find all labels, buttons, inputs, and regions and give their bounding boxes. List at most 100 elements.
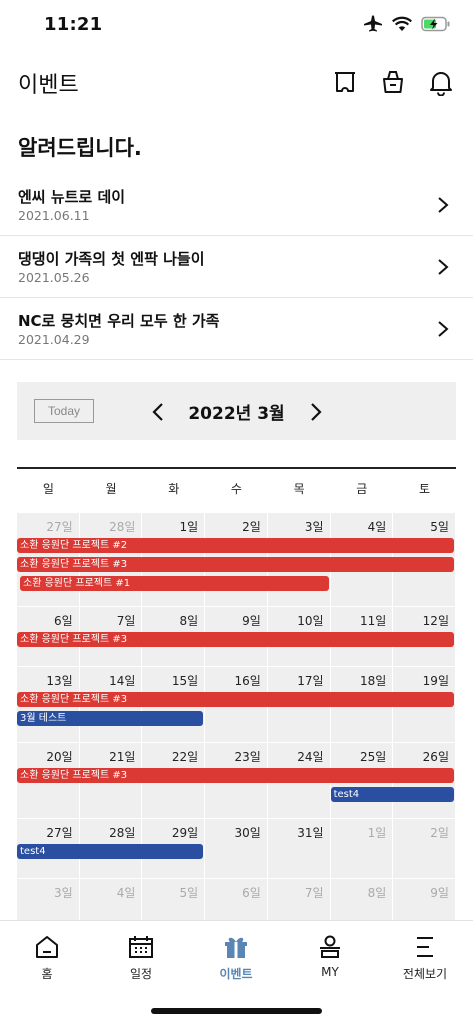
calendar-day-number: 3일 — [54, 886, 73, 900]
app-header: 이벤트 — [0, 52, 473, 112]
airplane-icon — [364, 15, 382, 32]
calendar-day-number: 12일 — [422, 614, 449, 628]
calendar-day-number: 9일 — [242, 614, 261, 628]
ticket-button[interactable] — [331, 68, 359, 96]
notice-item-date: 2021.04.29 — [18, 332, 90, 347]
notice-item-date: 2021.06.11 — [18, 208, 90, 223]
calendar-event[interactable]: 소환 응원단 프로젝트 #3 — [17, 557, 454, 572]
calendar-day-cell[interactable]: 7일 — [267, 879, 331, 921]
calendar-grid: 27일 28일 1일 2일 3일 4일 5일 소환 응원단 프로젝트 #2 소환 응원단 프로젝… — [17, 513, 456, 921]
calendar-day-cell[interactable]: 30일 — [205, 819, 268, 879]
calendar-day-cell[interactable]: 3일 — [17, 879, 80, 921]
calendar-day-number: 11일 — [359, 614, 387, 628]
calendar-day-number: 29일 — [171, 826, 199, 840]
shop-button[interactable] — [379, 68, 407, 96]
nav-home[interactable]: 홈 — [0, 933, 94, 982]
nav-label: 전체보기 — [402, 967, 448, 981]
notice-item-title: 댕댕이 가족의 첫 엔팍 나들이 — [18, 250, 205, 268]
calendar-event[interactable]: 소환 응원단 프로젝트 #3 — [17, 768, 454, 783]
ticket-icon — [335, 72, 355, 92]
nav-all-menu[interactable]: 전체보기 — [378, 933, 472, 982]
nav-event[interactable]: 이벤트 — [189, 933, 283, 982]
status-bar: 11:21 — [0, 0, 473, 52]
calendar-day-number: 21일 — [109, 750, 136, 764]
calendar-day-number: 30일 — [234, 826, 261, 840]
notification-button[interactable] — [427, 68, 455, 97]
chevron-right-icon — [438, 197, 449, 213]
status-icons — [363, 15, 451, 33]
calendar-day-cell[interactable]: 4일 — [79, 879, 143, 921]
calendar-day-cell[interactable]: 1일 — [330, 819, 394, 879]
wifi-icon — [392, 16, 412, 31]
nav-label: MY — [321, 965, 339, 979]
user-icon — [320, 935, 340, 958]
calendar-day-number: 3일 — [304, 520, 324, 534]
calendar-day-number: 2일 — [242, 520, 261, 534]
shopping-bag-icon — [383, 71, 403, 93]
weekday-label: 화 — [168, 482, 180, 496]
calendar-header: Today 2022년 3월 — [17, 382, 456, 440]
calendar-day-number: 16일 — [234, 674, 261, 688]
status-time: 11:21 — [44, 14, 103, 35]
chevron-right-icon[interactable] — [309, 402, 323, 422]
calendar-day-number: 6일 — [242, 886, 261, 900]
calendar-day-cell[interactable]: 9일 — [393, 879, 456, 921]
calendar-day-number: 4일 — [367, 520, 387, 534]
calendar-day-number: 6일 — [54, 614, 73, 628]
notice-list: 엔씨 뉴트로 데이 2021.06.11 댕댕이 가족의 첫 엔팍 나들이 20… — [0, 174, 473, 360]
calendar-day-number: 14일 — [109, 674, 136, 688]
nav-my[interactable]: MY — [283, 933, 377, 979]
weekday-label: 수 — [230, 482, 242, 496]
header-actions — [331, 68, 455, 97]
calendar-icon — [129, 936, 153, 958]
calendar-day-number: 27일 — [46, 826, 73, 840]
calendar-day-number: 22일 — [171, 750, 199, 764]
calendar-event[interactable]: test4 — [17, 844, 204, 859]
calendar-day-number: 1일 — [179, 520, 199, 534]
calendar-day-cell[interactable]: 5일 — [142, 879, 206, 921]
calendar-day-number: 18일 — [359, 674, 387, 688]
weekday-label: 일 — [42, 482, 54, 496]
calendar-day-number: 8일 — [367, 886, 387, 900]
calendar-day-cell[interactable]: 2일 — [393, 819, 456, 879]
calendar-day-number: 5일 — [430, 520, 449, 534]
calendar-day-cell[interactable]: 6일 — [205, 879, 268, 921]
calendar-day-number: 9일 — [430, 886, 449, 900]
calendar-day-number: 13일 — [46, 674, 73, 688]
weekday-label: 금 — [356, 482, 368, 496]
calendar-day-number: 24일 — [297, 750, 324, 764]
calendar-day-number: 28일 — [109, 826, 136, 840]
notice-item-date: 2021.05.26 — [18, 270, 90, 285]
calendar-event[interactable]: 소환 응원단 프로젝트 #3 — [17, 632, 454, 647]
calendar-event[interactable]: 3월 테스트 — [17, 711, 204, 726]
calendar-event[interactable]: test4 — [330, 787, 454, 802]
calendar-day-cell[interactable]: 31일 — [267, 819, 331, 879]
calendar-day-number: 19일 — [422, 674, 449, 688]
calendar-day-number: 23일 — [234, 750, 261, 764]
notice-item[interactable]: NC로 뭉치면 우리 모두 한 가족 2021.04.29 — [0, 298, 473, 360]
notice-item[interactable]: 댕댕이 가족의 첫 엔팍 나들이 2021.05.26 — [0, 236, 473, 298]
weekday-label: 월 — [105, 482, 117, 496]
calendar-day-number: 5일 — [179, 886, 199, 900]
nav-label: 이벤트 — [219, 967, 253, 981]
calendar-day-number: 1일 — [367, 826, 387, 840]
nav-schedule[interactable]: 일정 — [94, 933, 188, 982]
weekday-label: 토 — [418, 482, 430, 496]
calendar-day-number: 7일 — [304, 886, 324, 900]
calendar-day-number: 15일 — [171, 674, 199, 688]
calendar-day-number: 20일 — [46, 750, 73, 764]
calendar-divider — [17, 467, 456, 469]
notice-item[interactable]: 엔씨 뉴트로 데이 2021.06.11 — [0, 174, 473, 236]
calendar-event[interactable]: 소환 응원단 프로젝트 #2 — [17, 538, 454, 553]
calendar-day-number: 31일 — [297, 826, 324, 840]
notice-item-title: 엔씨 뉴트로 데이 — [18, 188, 126, 206]
calendar-day-cell[interactable]: 8일 — [330, 879, 394, 921]
calendar-event[interactable]: 소환 응원단 프로젝트 #1 — [20, 576, 329, 591]
calendar-day-number: 4일 — [116, 886, 136, 900]
bell-icon — [430, 72, 452, 97]
calendar-event[interactable]: 소환 응원단 프로젝트 #3 — [17, 692, 454, 707]
calendar-day-number: 8일 — [179, 614, 199, 628]
gift-icon — [225, 937, 247, 958]
menu-icon — [417, 937, 433, 957]
home-indicator — [151, 1008, 322, 1014]
